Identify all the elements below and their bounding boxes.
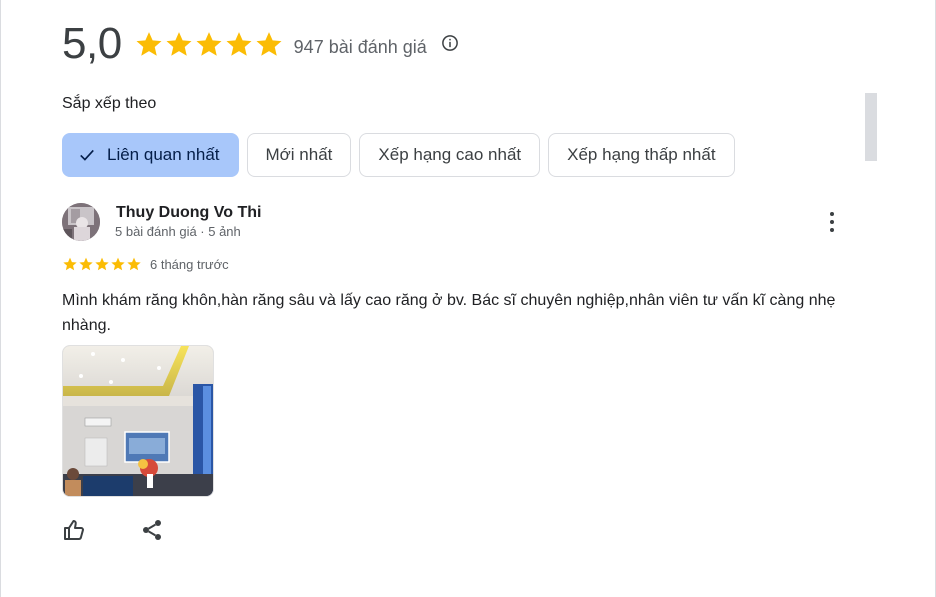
star-icon	[63, 257, 77, 271]
dot	[830, 220, 834, 224]
dot	[830, 212, 834, 216]
sort-label: Sắp xếp theo	[62, 95, 157, 112]
avatar-image	[62, 203, 100, 241]
star-icon	[196, 32, 222, 56]
rating-summary: 5,0 947 bài đánh giá	[62, 19, 459, 68]
reviews-panel: 5,0 947 bài đánh giá Sắp xếp theo Liên q…	[0, 0, 936, 597]
sort-chip-highest[interactable]: Xếp hạng cao nhất	[359, 133, 541, 177]
more-vert-icon[interactable]	[822, 210, 842, 234]
chip-label: Liên quan nhất	[107, 145, 220, 164]
chip-label: Xếp hạng cao nhất	[378, 145, 522, 164]
sort-chips: Liên quan nhất Mới nhất Xếp hạng cao nhấ…	[62, 133, 735, 177]
star-icon	[136, 32, 162, 56]
reviewer-meta: 5 bài đánh giá · 5 ảnh	[115, 224, 241, 239]
info-icon[interactable]	[441, 34, 459, 52]
star-icon	[127, 257, 141, 271]
rating-stars	[134, 29, 284, 59]
reviewer-name[interactable]: Thuy Duong Vo Thi	[116, 204, 261, 222]
star-icon	[166, 32, 192, 56]
sort-chip-newest[interactable]: Mới nhất	[246, 133, 352, 177]
star-icon	[95, 257, 109, 271]
check-icon	[80, 149, 94, 161]
sort-chip-relevant[interactable]: Liên quan nhất	[62, 133, 239, 177]
star-icon	[79, 257, 93, 271]
review-text: Mình khám răng khôn,hàn răng sâu và lấy …	[62, 292, 836, 334]
review-count: 947 bài đánh giá	[293, 36, 427, 57]
clinic-photo	[63, 346, 213, 496]
avatar[interactable]	[62, 203, 100, 241]
share-icon[interactable]	[140, 518, 164, 542]
thumb-up-icon[interactable]	[62, 518, 86, 542]
review-actions	[62, 518, 164, 542]
star-icon	[226, 32, 252, 56]
review-time: 6 tháng trước	[150, 256, 229, 272]
review-rating: 6 tháng trước	[62, 256, 229, 272]
scrollbar-thumb[interactable]	[865, 93, 877, 161]
chip-label: Mới nhất	[265, 145, 333, 164]
average-rating: 5,0	[62, 19, 122, 68]
dot	[830, 228, 834, 232]
star-icon	[256, 32, 282, 56]
sort-chip-lowest[interactable]: Xếp hạng thấp nhất	[548, 133, 735, 177]
chip-label: Xếp hạng thấp nhất	[567, 145, 716, 164]
star-icon	[111, 257, 125, 271]
review-photo[interactable]	[62, 345, 214, 497]
